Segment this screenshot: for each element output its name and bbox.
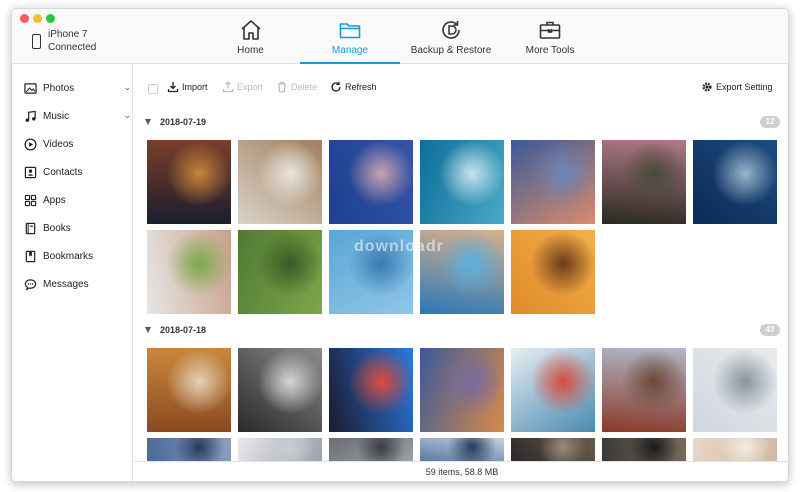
home-icon <box>240 20 261 40</box>
photo-thumbnail[interactable] <box>329 140 413 224</box>
photo-thumbnail[interactable] <box>147 438 231 461</box>
sidebar-item-label: Bookmarks <box>43 250 94 262</box>
refresh-button[interactable]: Refresh <box>330 81 377 93</box>
book-icon <box>25 222 36 234</box>
sidebar-item-label: Music <box>43 110 70 122</box>
sidebar-item-contacts[interactable]: Contacts <box>24 162 128 182</box>
tab-manage[interactable]: Manage <box>300 9 400 64</box>
photo-thumbnail[interactable] <box>147 348 231 432</box>
photo-thumbnail[interactable] <box>693 438 777 461</box>
photo-thumbnail[interactable] <box>420 140 504 224</box>
sidebar-item-bookmarks[interactable]: Bookmarks <box>24 246 128 266</box>
sidebar-item-photos[interactable]: Photos ⌄ <box>24 78 131 98</box>
photo-thumbnail[interactable] <box>420 438 504 461</box>
photo-thumbnail[interactable] <box>238 140 322 224</box>
tab-home[interactable]: Home <box>223 9 278 63</box>
photo-thumbnail[interactable] <box>147 140 231 224</box>
sidebar-item-books[interactable]: Books <box>24 218 128 238</box>
import-icon <box>167 82 179 93</box>
main-content: Import Export Delete Refresh Export Sett… <box>134 65 788 481</box>
export-button[interactable]: Export <box>222 81 263 93</box>
photo-thumbnail[interactable] <box>238 438 322 461</box>
tab-home-label: Home <box>237 45 264 56</box>
date-label: 2018-07-18 <box>160 325 207 335</box>
photo-thumbnail[interactable] <box>511 348 595 432</box>
sidebar-item-apps[interactable]: Apps <box>24 190 128 210</box>
sidebar-item-videos[interactable]: Videos <box>24 134 128 154</box>
device-name: iPhone 7 <box>48 29 88 40</box>
photo-thumbnail[interactable] <box>693 140 777 224</box>
sidebar-item-label: Photos <box>43 82 75 94</box>
sidebar-item-label: Videos <box>43 138 74 150</box>
toolbox-icon <box>539 21 561 39</box>
photo-thumbnail[interactable] <box>602 140 686 224</box>
date-group-header[interactable]: 2018-07-19 12 <box>134 116 788 132</box>
sidebar-item-label: Books <box>43 222 71 234</box>
contact-card-icon <box>24 166 37 178</box>
photo-icon <box>24 82 37 94</box>
collapse-triangle-icon[interactable] <box>145 327 151 333</box>
folder-icon <box>339 23 361 39</box>
iphone-icon <box>32 33 41 49</box>
photo-thumbnail[interactable] <box>238 348 322 432</box>
apps-grid-icon <box>24 194 37 206</box>
status-text: 59 items, 58.8 MB <box>425 467 499 477</box>
device-status[interactable]: iPhone 7 Connected <box>32 28 96 54</box>
status-bar: 59 items, 58.8 MB <box>134 461 788 481</box>
minimize-window-button[interactable] <box>33 14 42 23</box>
photo-thumbnail[interactable] <box>693 348 777 432</box>
tab-manage-label: Manage <box>331 45 369 56</box>
photo-thumbnail[interactable] <box>147 230 231 314</box>
photo-thumbnail[interactable] <box>420 230 504 314</box>
photo-thumbnail[interactable] <box>511 230 595 314</box>
photo-thumbnail[interactable] <box>602 438 686 461</box>
tab-backup-restore[interactable]: Backup & Restore <box>406 9 496 63</box>
close-window-button[interactable] <box>20 14 29 23</box>
photo-thumbnail[interactable] <box>329 348 413 432</box>
music-note-icon <box>25 110 36 122</box>
photo-thumbnail[interactable] <box>602 348 686 432</box>
select-all-checkbox[interactable] <box>148 84 158 94</box>
play-circle-icon <box>24 138 37 150</box>
sidebar-item-music[interactable]: Music ⌄ <box>24 106 131 126</box>
bookmark-icon <box>25 250 36 262</box>
zoom-window-button[interactable] <box>46 14 55 23</box>
sidebar-item-label: Contacts <box>43 166 83 178</box>
tab-more-tools[interactable]: More Tools <box>520 9 580 63</box>
chat-bubble-icon <box>24 278 37 291</box>
delete-button[interactable]: Delete <box>276 81 317 93</box>
sidebar-item-messages[interactable]: Messages <box>24 274 128 294</box>
sidebar: Photos ⌄ Music ⌄ Videos Contacts Apps Bo… <box>12 65 133 481</box>
chevron-down-icon[interactable]: ⌄ <box>123 82 131 93</box>
title-bar: iPhone 7 Connected Home Manage Backup & … <box>12 9 788 64</box>
export-setting-button[interactable]: Export Setting <box>701 81 773 93</box>
backup-restore-icon <box>442 21 460 39</box>
tab-backup-restore-label: Backup & Restore <box>410 45 492 56</box>
photo-thumbnail[interactable] <box>329 230 413 314</box>
sidebar-item-label: Apps <box>43 194 66 206</box>
app-window: iPhone 7 Connected Home Manage Backup & … <box>11 8 789 482</box>
photo-thumbnail[interactable] <box>511 438 595 461</box>
device-connection-status: Connected <box>48 42 97 53</box>
photo-thumbnail[interactable] <box>420 348 504 432</box>
date-group-header[interactable]: 2018-07-18 43 <box>134 324 788 340</box>
sidebar-item-label: Messages <box>43 278 89 290</box>
tab-more-tools-label: More Tools <box>525 45 575 56</box>
photo-thumbnail[interactable] <box>329 438 413 461</box>
photo-thumbnail[interactable] <box>511 140 595 224</box>
gear-icon <box>702 82 712 92</box>
import-button[interactable]: Import <box>167 81 208 93</box>
toolbar: Import Export Delete Refresh Export Sett… <box>134 65 788 105</box>
trash-icon <box>278 81 286 93</box>
chevron-down-icon[interactable]: ⌄ <box>123 110 131 121</box>
refresh-icon <box>331 81 341 92</box>
export-icon <box>222 81 234 93</box>
collapse-triangle-icon[interactable] <box>145 119 151 125</box>
count-badge: 12 <box>760 116 780 128</box>
count-badge: 43 <box>760 324 780 336</box>
date-label: 2018-07-19 <box>160 117 207 127</box>
photo-thumbnail[interactable] <box>238 230 322 314</box>
